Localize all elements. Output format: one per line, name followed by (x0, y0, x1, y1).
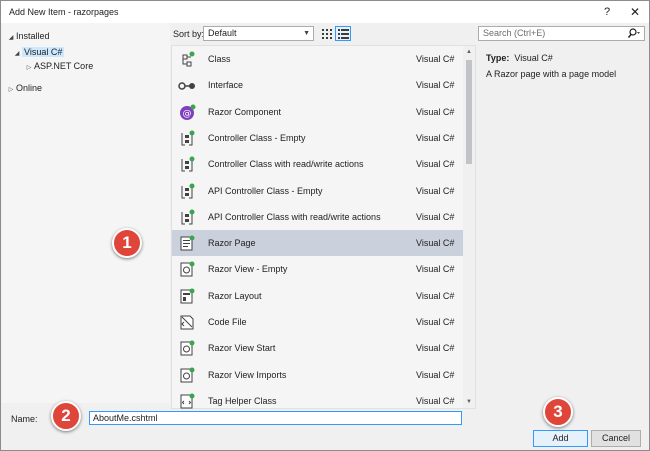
template-name: Razor View Start (208, 343, 276, 354)
template-item[interactable]: Interface Visual C# (172, 72, 464, 98)
search-icon[interactable] (627, 27, 641, 40)
expanded-arrow-icon[interactable]: ◢ (12, 47, 22, 61)
template-name: Controller Class with read/write actions (208, 159, 364, 170)
razor-view-icon (180, 340, 195, 356)
controller-icon (181, 156, 195, 172)
window-title: Add New Item - razorpages (9, 7, 119, 17)
template-language: Visual C# (416, 106, 455, 117)
template-item[interactable]: Controller Class with read/write actions… (172, 151, 464, 177)
svg-text:@: @ (183, 109, 192, 119)
template-name: Code File (208, 317, 247, 327)
template-language: Visual C# (416, 238, 455, 249)
template-language: Visual C# (416, 185, 455, 196)
sort-by-label: Sort by: (173, 29, 205, 39)
expanded-arrow-icon[interactable]: ◢ (6, 31, 16, 45)
title-bar: Add New Item - razorpages ? ✕ (1, 1, 649, 23)
razor-view-icon (180, 367, 195, 383)
list-scrollbar[interactable]: ▲ ▼ (463, 46, 475, 408)
callout-2: 2 (51, 401, 81, 431)
template-item[interactable]: Razor View - Empty Visual C# (172, 256, 464, 282)
template-type: Type: Visual C# (486, 53, 553, 63)
class-icon (182, 51, 195, 67)
small-icons-view-button[interactable] (318, 26, 334, 41)
template-name: Tag Helper Class (208, 395, 277, 406)
template-name: API Controller Class - Empty (208, 185, 323, 196)
template-item[interactable]: Razor Page Visual C# (172, 230, 464, 257)
template-item[interactable]: Razor View Start Visual C# (172, 335, 464, 361)
callout-3: 3 (543, 397, 573, 427)
scrollbar-thumb[interactable] (466, 60, 472, 164)
template-item[interactable]: Controller Class - Empty Visual C# (172, 125, 464, 151)
tag-helper-icon (180, 393, 195, 409)
template-language: Visual C# (416, 290, 455, 301)
template-item[interactable]: Code File Visual C# (172, 309, 464, 335)
add-new-item-dialog: Add New Item - razorpages ? ✕ ◢ Installed… (0, 0, 650, 451)
collapsed-arrow-icon[interactable]: ▷ (6, 83, 16, 97)
tree-node-aspnet-core[interactable]: ▷ ASP.NET Core (24, 59, 94, 75)
razor-layout-icon (180, 288, 195, 304)
template-language: Visual C# (416, 264, 455, 275)
tree-node-visual-csharp[interactable]: ◢ Visual C# (12, 45, 65, 61)
razor-component-icon: @ (180, 104, 196, 120)
name-field[interactable] (89, 411, 462, 425)
template-language: Visual C# (416, 369, 455, 380)
template-language: Visual C# (416, 343, 455, 354)
template-name: Interface (208, 80, 244, 91)
template-name: Razor Page (208, 238, 256, 249)
template-item[interactable]: Razor View Imports Visual C# (172, 362, 464, 388)
template-item[interactable]: API Controller Class - Empty Visual C# (172, 178, 464, 204)
template-name: Controller Class - Empty (208, 132, 306, 143)
interface-icon (178, 82, 195, 91)
help-button[interactable]: ? (595, 3, 619, 21)
add-button[interactable]: Add (533, 430, 588, 447)
scroll-down-icon[interactable]: ▼ (463, 396, 475, 408)
template-language: Visual C# (416, 395, 455, 406)
list-view-icon (338, 29, 349, 39)
template-name: Razor View - Empty (208, 264, 288, 275)
template-language: Visual C# (416, 80, 455, 91)
callout-1: 1 (112, 228, 142, 258)
search-input[interactable]: Search (Ctrl+E) (478, 26, 645, 41)
template-item[interactable]: @ Razor Component Visual C# (172, 99, 464, 125)
controller-icon (181, 209, 195, 225)
template-item[interactable]: API Controller Class with read/write act… (172, 204, 464, 230)
close-button[interactable]: ✕ (623, 3, 647, 21)
template-name: Razor Component (208, 106, 282, 117)
template-name: Class (208, 54, 231, 64)
razor-view-icon (180, 261, 195, 277)
collapsed-arrow-icon[interactable]: ▷ (24, 61, 34, 75)
template-name: Razor Layout (208, 290, 262, 301)
sort-by-dropdown[interactable]: Default ▼ (203, 26, 314, 41)
template-description: A Razor page with a page model (486, 69, 617, 79)
template-item[interactable]: Class Visual C# (172, 46, 464, 72)
cancel-button[interactable]: Cancel (591, 430, 641, 447)
template-details: Type: Visual C# A Razor page with a page… (478, 45, 648, 409)
template-name: API Controller Class with read/write act… (208, 211, 381, 222)
template-language: Visual C# (416, 317, 455, 327)
template-item[interactable]: Razor Layout Visual C# (172, 283, 464, 309)
medium-icons-view-button[interactable] (335, 26, 351, 41)
chevron-down-icon: ▼ (303, 30, 310, 37)
template-language: Visual C# (416, 132, 455, 143)
category-tree: ◢ Installed ◢ Visual C# ▷ ASP.NET Core ▷ Onl… (2, 23, 170, 403)
name-label: Name: (11, 414, 38, 424)
code-file-icon (180, 315, 194, 330)
controller-icon (181, 130, 195, 146)
razor-page-icon (180, 235, 195, 251)
template-list: Tag Helper Class Visual C# Razor View Impo… (171, 45, 476, 409)
tree-node-installed[interactable]: ◢ Installed (6, 29, 50, 43)
template-language: Visual C# (416, 211, 455, 222)
tree-node-online[interactable]: ▷ Online (6, 81, 42, 95)
grid-view-icon (322, 29, 332, 39)
scroll-up-icon[interactable]: ▲ (463, 46, 475, 58)
controller-icon (181, 183, 195, 198)
template-item[interactable]: Tag Helper Class Visual C# (172, 388, 464, 414)
template-name: Razor View Imports (208, 369, 287, 380)
template-language: Visual C# (416, 159, 455, 170)
template-language: Visual C# (416, 54, 455, 64)
